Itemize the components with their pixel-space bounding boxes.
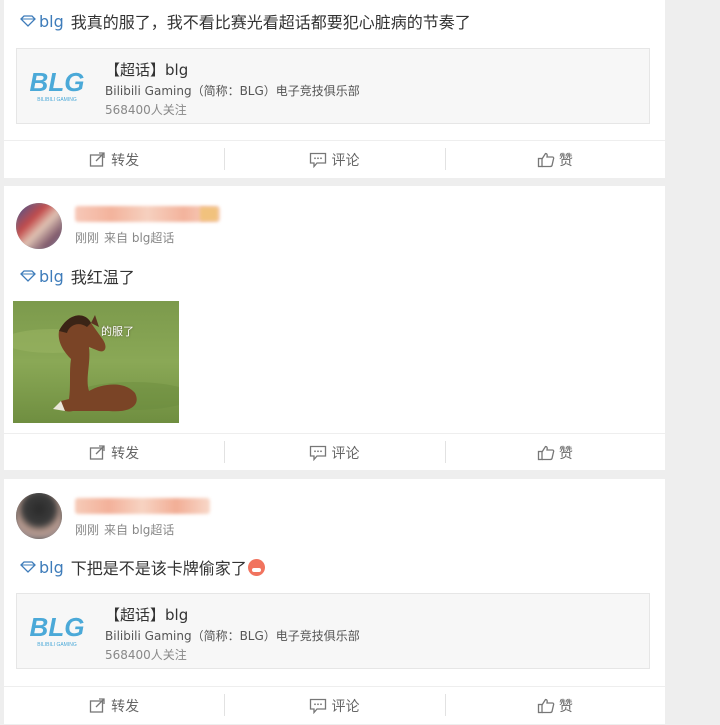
comment-button[interactable]: 评论 bbox=[224, 694, 444, 716]
comment-button[interactable]: 评论 bbox=[224, 441, 444, 463]
topic-tag-link[interactable]: blg bbox=[20, 558, 71, 577]
comment-icon bbox=[310, 152, 327, 168]
avatar[interactable] bbox=[16, 203, 62, 249]
image-caption: 的服了 bbox=[101, 325, 134, 338]
vip-badge-blurred bbox=[200, 207, 218, 221]
topic-title[interactable]: 【超话】blg bbox=[105, 604, 188, 625]
repost-button[interactable]: 转发 bbox=[4, 443, 224, 463]
post-text: blg 下把是不是该卡牌偷家了 bbox=[20, 555, 265, 579]
post-meta: 刚刚 来自 blg超话 bbox=[75, 521, 174, 538]
diamond-tag-icon bbox=[20, 270, 36, 282]
like-icon bbox=[537, 445, 555, 461]
username-blurred[interactable] bbox=[75, 206, 220, 222]
svg-text:BILIBILI GAMING: BILIBILI GAMING bbox=[37, 97, 77, 103]
topic-description: Bilibili Gaming（简称：BLG）电子竞技俱乐部 bbox=[105, 84, 360, 98]
post-meta: 刚刚 来自 blg超话 bbox=[75, 229, 174, 246]
svg-text:BLG: BLG bbox=[30, 612, 85, 642]
topic-description: Bilibili Gaming（简称：BLG）电子竞技俱乐部 bbox=[105, 629, 360, 643]
username-blurred[interactable] bbox=[75, 498, 210, 514]
post-source[interactable]: 来自 blg超话 bbox=[104, 523, 174, 537]
topic-card[interactable]: BLG BILIBILI GAMING 【超话】blg Bilibili Gam… bbox=[16, 48, 650, 124]
topic-followers: 568400人关注 bbox=[105, 103, 187, 117]
topic-card[interactable]: BLG BILIBILI GAMING 【超话】blg Bilibili Gam… bbox=[16, 593, 650, 669]
post-source[interactable]: 来自 blg超话 bbox=[104, 231, 174, 245]
topic-followers: 568400人关注 bbox=[105, 648, 187, 662]
topic-title[interactable]: 【超话】blg bbox=[105, 59, 188, 80]
blg-logo: BLG BILIBILI GAMING bbox=[30, 612, 85, 648]
like-button[interactable]: 赞 bbox=[444, 694, 665, 716]
horse-photo bbox=[13, 301, 179, 423]
action-bar: 转发 评论 赞 bbox=[4, 140, 665, 179]
comment-icon bbox=[310, 445, 327, 461]
topic-tag-link[interactable]: blg bbox=[20, 12, 71, 31]
like-icon bbox=[537, 698, 555, 714]
diamond-tag-icon bbox=[20, 15, 36, 27]
topic-tag-link[interactable]: blg bbox=[20, 267, 71, 286]
repost-icon bbox=[90, 445, 105, 460]
like-button[interactable]: 赞 bbox=[444, 148, 665, 170]
post-text: blg 我红温了 bbox=[20, 264, 135, 288]
repost-icon bbox=[90, 698, 105, 713]
like-button[interactable]: 赞 bbox=[444, 441, 665, 463]
post-image-horse[interactable]: 的服了 bbox=[13, 301, 179, 423]
emoji-icon bbox=[247, 558, 265, 576]
blg-logo: BLG BILIBILI GAMING bbox=[30, 67, 85, 103]
post-text: blg 我真的服了，我不看比赛光看超话都要犯心脏病的节奏了 bbox=[20, 9, 471, 33]
post-time: 刚刚 bbox=[75, 231, 100, 245]
comment-button[interactable]: 评论 bbox=[224, 148, 444, 170]
post-card-1: blg 我真的服了，我不看比赛光看超话都要犯心脏病的节奏了 BLG BILIBI… bbox=[4, 0, 665, 178]
comment-icon bbox=[310, 698, 327, 714]
post-time: 刚刚 bbox=[75, 523, 100, 537]
svg-text:BLG: BLG bbox=[30, 67, 85, 97]
post-card-3: 刚刚 来自 blg超话 blg 下把是不是该卡牌偷家了 BLG BILIBILI … bbox=[4, 479, 665, 724]
repost-button[interactable]: 转发 bbox=[4, 150, 224, 170]
action-bar: 转发 评论 赞 bbox=[4, 686, 665, 725]
repost-button[interactable]: 转发 bbox=[4, 696, 224, 716]
like-icon bbox=[537, 152, 555, 168]
action-bar: 转发 评论 赞 bbox=[4, 433, 665, 472]
avatar[interactable] bbox=[16, 493, 62, 539]
repost-icon bbox=[90, 152, 105, 167]
svg-text:BILIBILI GAMING: BILIBILI GAMING bbox=[37, 642, 77, 648]
post-card-2: 刚刚 来自 blg超话 blg 我红温了 的服了 转发 评论 赞 bbox=[4, 186, 665, 470]
diamond-tag-icon bbox=[20, 561, 36, 573]
